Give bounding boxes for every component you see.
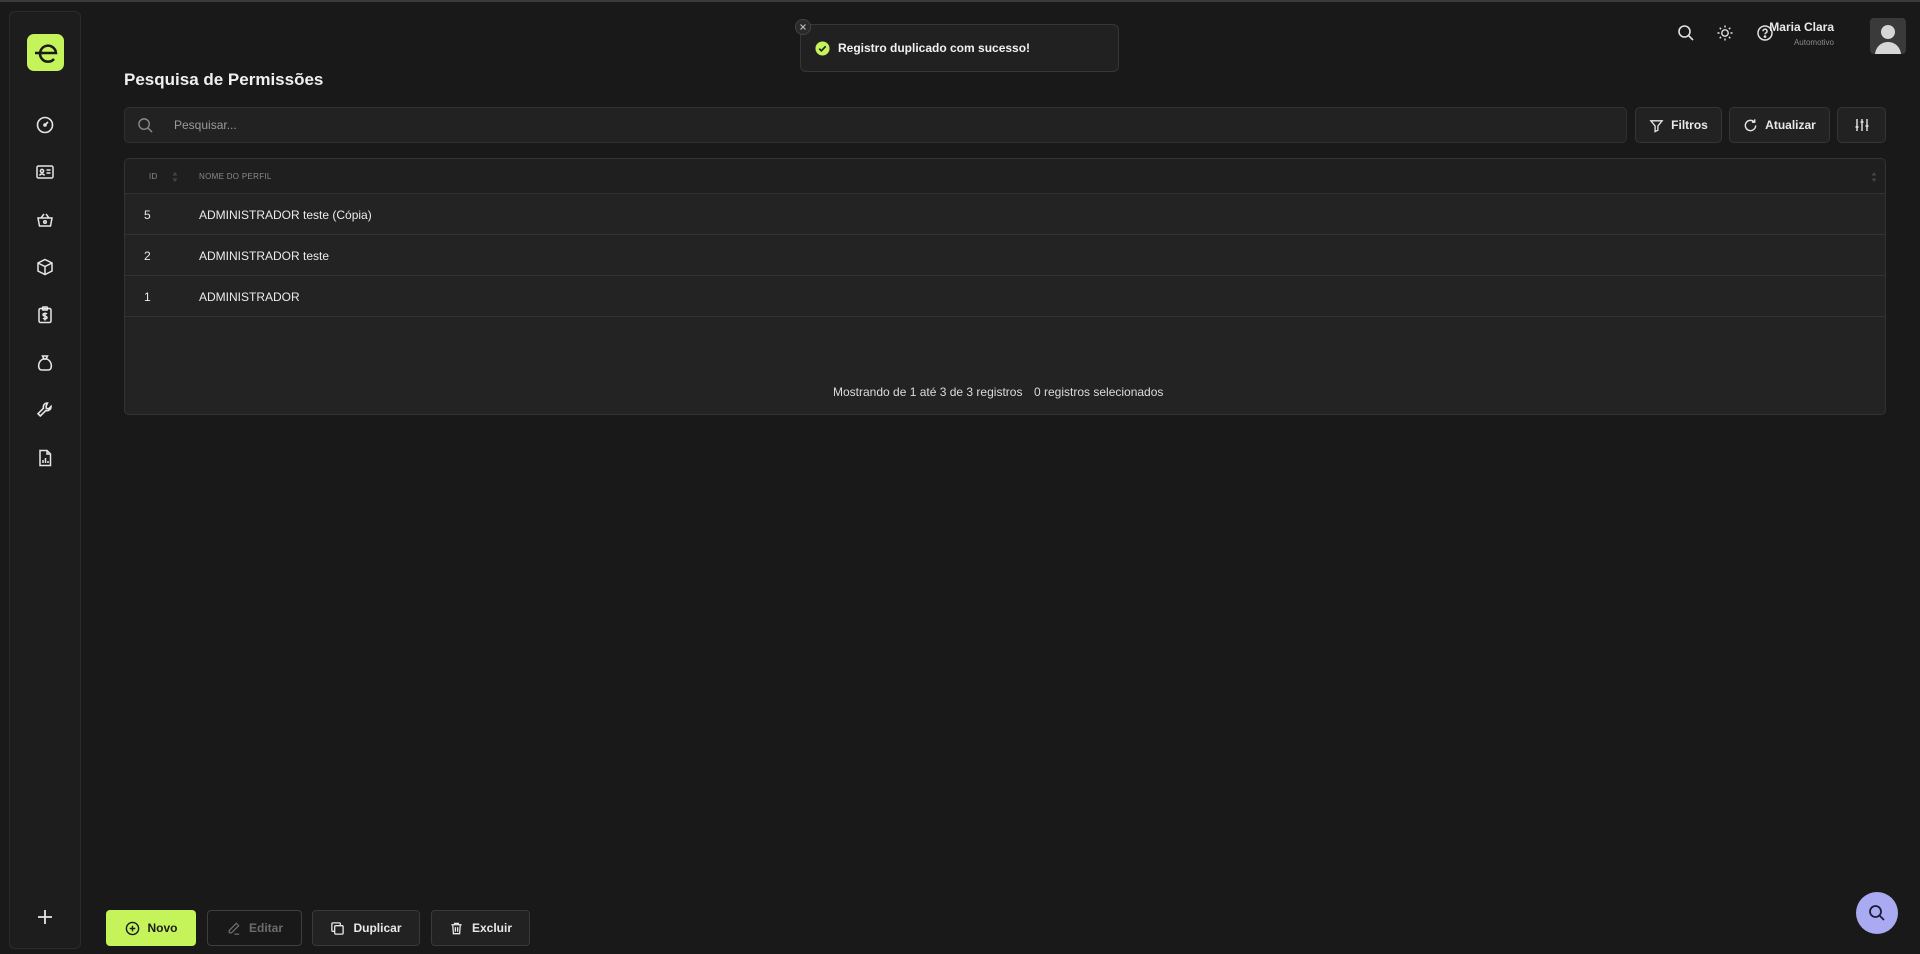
plus-circle-icon [125,921,139,935]
selection-info: 0 registros selecionados [1034,385,1164,399]
user-name[interactable]: Maria Clara [1769,20,1834,34]
page-title: Pesquisa de Permissões [124,70,324,89]
user-role: Automotivo [1793,38,1834,47]
search-icon [1869,905,1885,921]
floating-search-button[interactable] [1856,892,1898,934]
sidebar [9,11,81,949]
column-settings-button[interactable] [1837,107,1886,143]
sort-icon[interactable] [1871,171,1877,183]
table-row[interactable]: 5 ADMINISTRADOR teste (Cópia) [125,194,1885,235]
column-header-profile-name[interactable]: Nome do Perfil [199,172,272,181]
money-bag-icon[interactable] [33,351,57,375]
trash-icon [451,922,462,934]
filters-label: Filtros [1671,118,1708,132]
avatar[interactable] [1870,18,1906,54]
table-header: ID Nome do Perfil [125,159,1885,194]
cell-id: 2 [144,249,151,263]
delete-label: Excluir [471,921,513,935]
search-icon [138,118,153,133]
delete-button[interactable]: Excluir [431,910,530,946]
edit-label: Editar [248,921,283,935]
wrench-icon[interactable] [33,398,57,422]
refresh-icon [1744,118,1757,131]
search-input[interactable] [174,108,1574,142]
app-logo[interactable] [27,34,64,71]
clipboard-dollar-icon[interactable] [33,303,57,327]
close-icon [800,24,806,30]
permissions-table: ID Nome do Perfil 5 ADMINISTRADOR teste … [124,158,1886,415]
toast-close-button[interactable] [795,19,811,35]
success-toast: Registro duplicado com sucesso! [795,19,1119,72]
new-button[interactable]: Novo [106,910,196,946]
table-row[interactable]: 2 ADMINISTRADOR teste [125,235,1885,276]
cell-id: 1 [144,290,151,304]
cell-profile-name: ADMINISTRADOR [199,290,300,304]
box-icon[interactable] [33,255,57,279]
table-row[interactable]: 1 ADMINISTRADOR [125,276,1885,317]
pagination-info: Mostrando de 1 até 3 de 3 registros [833,385,1023,399]
user-avatar-icon [1875,25,1901,54]
cell-profile-name: ADMINISTRADOR teste (Cópia) [199,208,372,222]
filter-icon [1649,119,1664,133]
edit-button[interactable]: Editar [207,910,302,946]
search-field[interactable] [124,107,1627,143]
contact-card-icon[interactable] [33,160,57,184]
check-circle-icon [815,40,830,56]
column-header-id[interactable]: ID [149,172,158,181]
filters-button[interactable]: Filtros [1635,107,1722,143]
basket-icon[interactable] [33,208,57,232]
duplicate-label: Duplicar [353,921,402,935]
new-label: Novo [147,921,178,935]
cell-profile-name: ADMINISTRADOR teste [199,249,330,263]
add-icon[interactable] [33,905,57,929]
cell-id: 5 [144,208,151,222]
sliders-icon [1855,119,1868,131]
refresh-label: Atualizar [1765,118,1816,132]
sort-icon[interactable] [172,171,178,183]
report-icon[interactable] [33,446,57,470]
copy-icon [331,921,345,935]
dashboard-icon[interactable] [33,113,57,137]
refresh-button[interactable]: Atualizar [1729,107,1830,143]
toast-message: Registro duplicado com sucesso! [838,41,1031,55]
edit-icon [228,921,240,935]
duplicate-button[interactable]: Duplicar [312,910,420,946]
global-search-icon[interactable] [1677,24,1695,42]
window-top-border [0,0,1920,2]
theme-toggle-icon[interactable] [1716,24,1734,42]
